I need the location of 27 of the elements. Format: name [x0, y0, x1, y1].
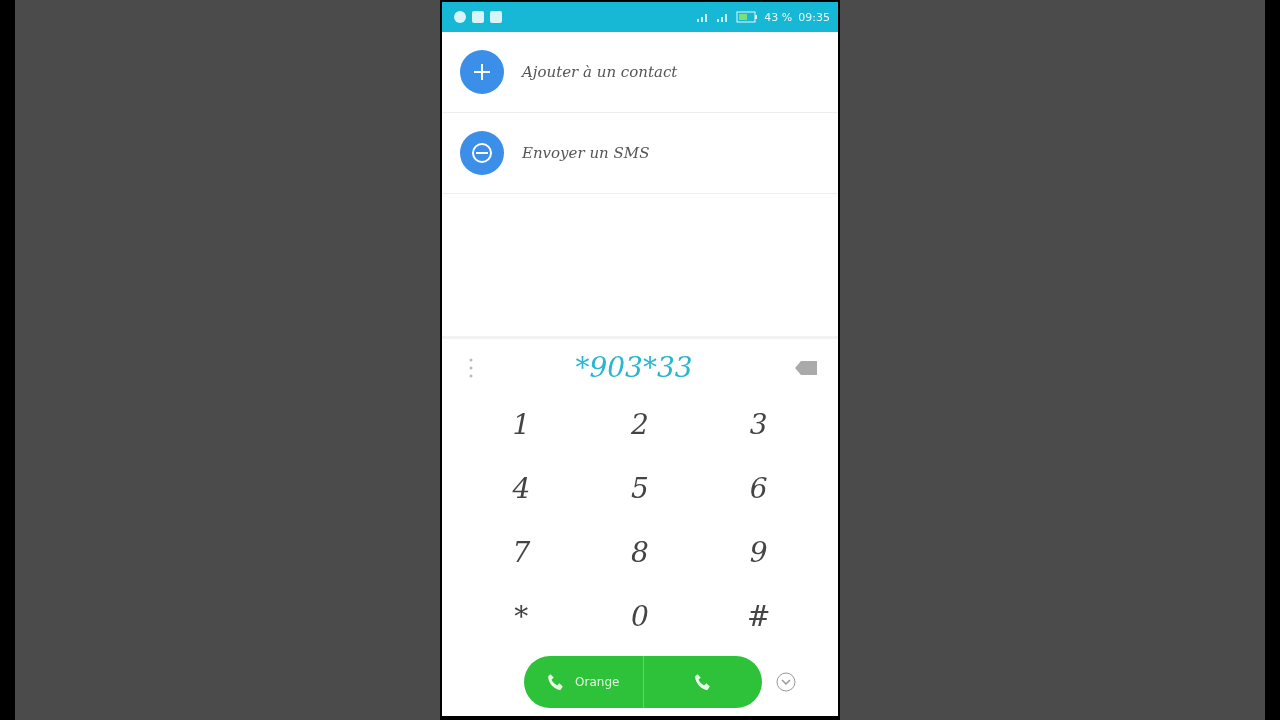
- action-item[interactable]: Envoyer un SMS: [442, 113, 838, 194]
- battery-level: 43 %: [764, 10, 793, 24]
- dial-key[interactable]: 2: [610, 398, 670, 450]
- dial-key[interactable]: 6: [728, 462, 789, 514]
- dial-key[interactable]: 5: [610, 462, 670, 514]
- notification-icon: [490, 11, 502, 23]
- dial-key[interactable]: 4: [491, 462, 552, 514]
- notification-icon: [472, 11, 484, 23]
- dial-key[interactable]: #: [728, 590, 789, 642]
- battery-icon: [736, 11, 759, 23]
- dial-key[interactable]: 7: [491, 526, 552, 578]
- dial-key[interactable]: 8: [610, 526, 670, 578]
- add-icon: [460, 50, 504, 94]
- action-item[interactable]: Ajouter à un contact: [442, 32, 838, 113]
- dial-key[interactable]: 1: [491, 398, 552, 450]
- message-icon: [460, 131, 504, 175]
- dial-key[interactable]: 0: [610, 590, 670, 642]
- dial-key[interactable]: *: [491, 590, 552, 642]
- backspace-icon[interactable]: [794, 359, 818, 376]
- phone-icon: [693, 673, 712, 691]
- clock: 09:35: [798, 10, 830, 24]
- dial-key[interactable]: 9: [728, 526, 789, 578]
- dialed-number: *903*33: [575, 351, 693, 384]
- dial-key[interactable]: 3: [728, 398, 789, 450]
- notification-icon: [454, 11, 466, 23]
- expand-icon[interactable]: [776, 672, 796, 692]
- phone-icon: [547, 673, 566, 691]
